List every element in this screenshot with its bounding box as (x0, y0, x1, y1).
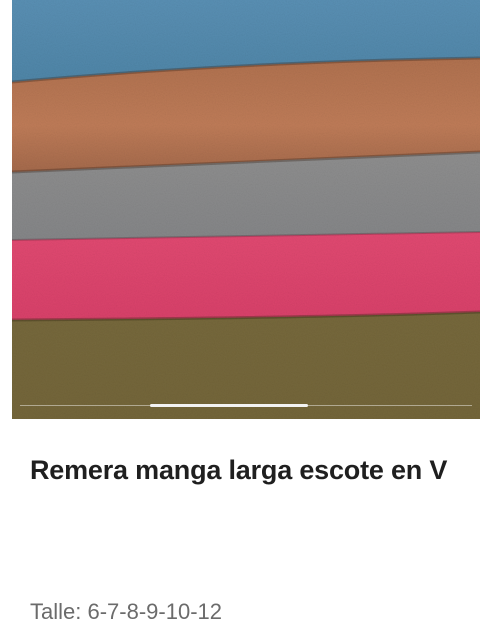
product-page: Remera manga larga escote en V Talle: 6-… (0, 0, 480, 628)
product-size-label: Talle: 6-7-8-9-10-12 (30, 599, 222, 624)
carousel-indicator (12, 404, 480, 407)
product-title: Remera manga larga escote en V (30, 455, 448, 485)
product-image-carousel[interactable] (12, 0, 480, 419)
carousel-indicator-active (150, 404, 308, 407)
product-photo (12, 0, 480, 419)
